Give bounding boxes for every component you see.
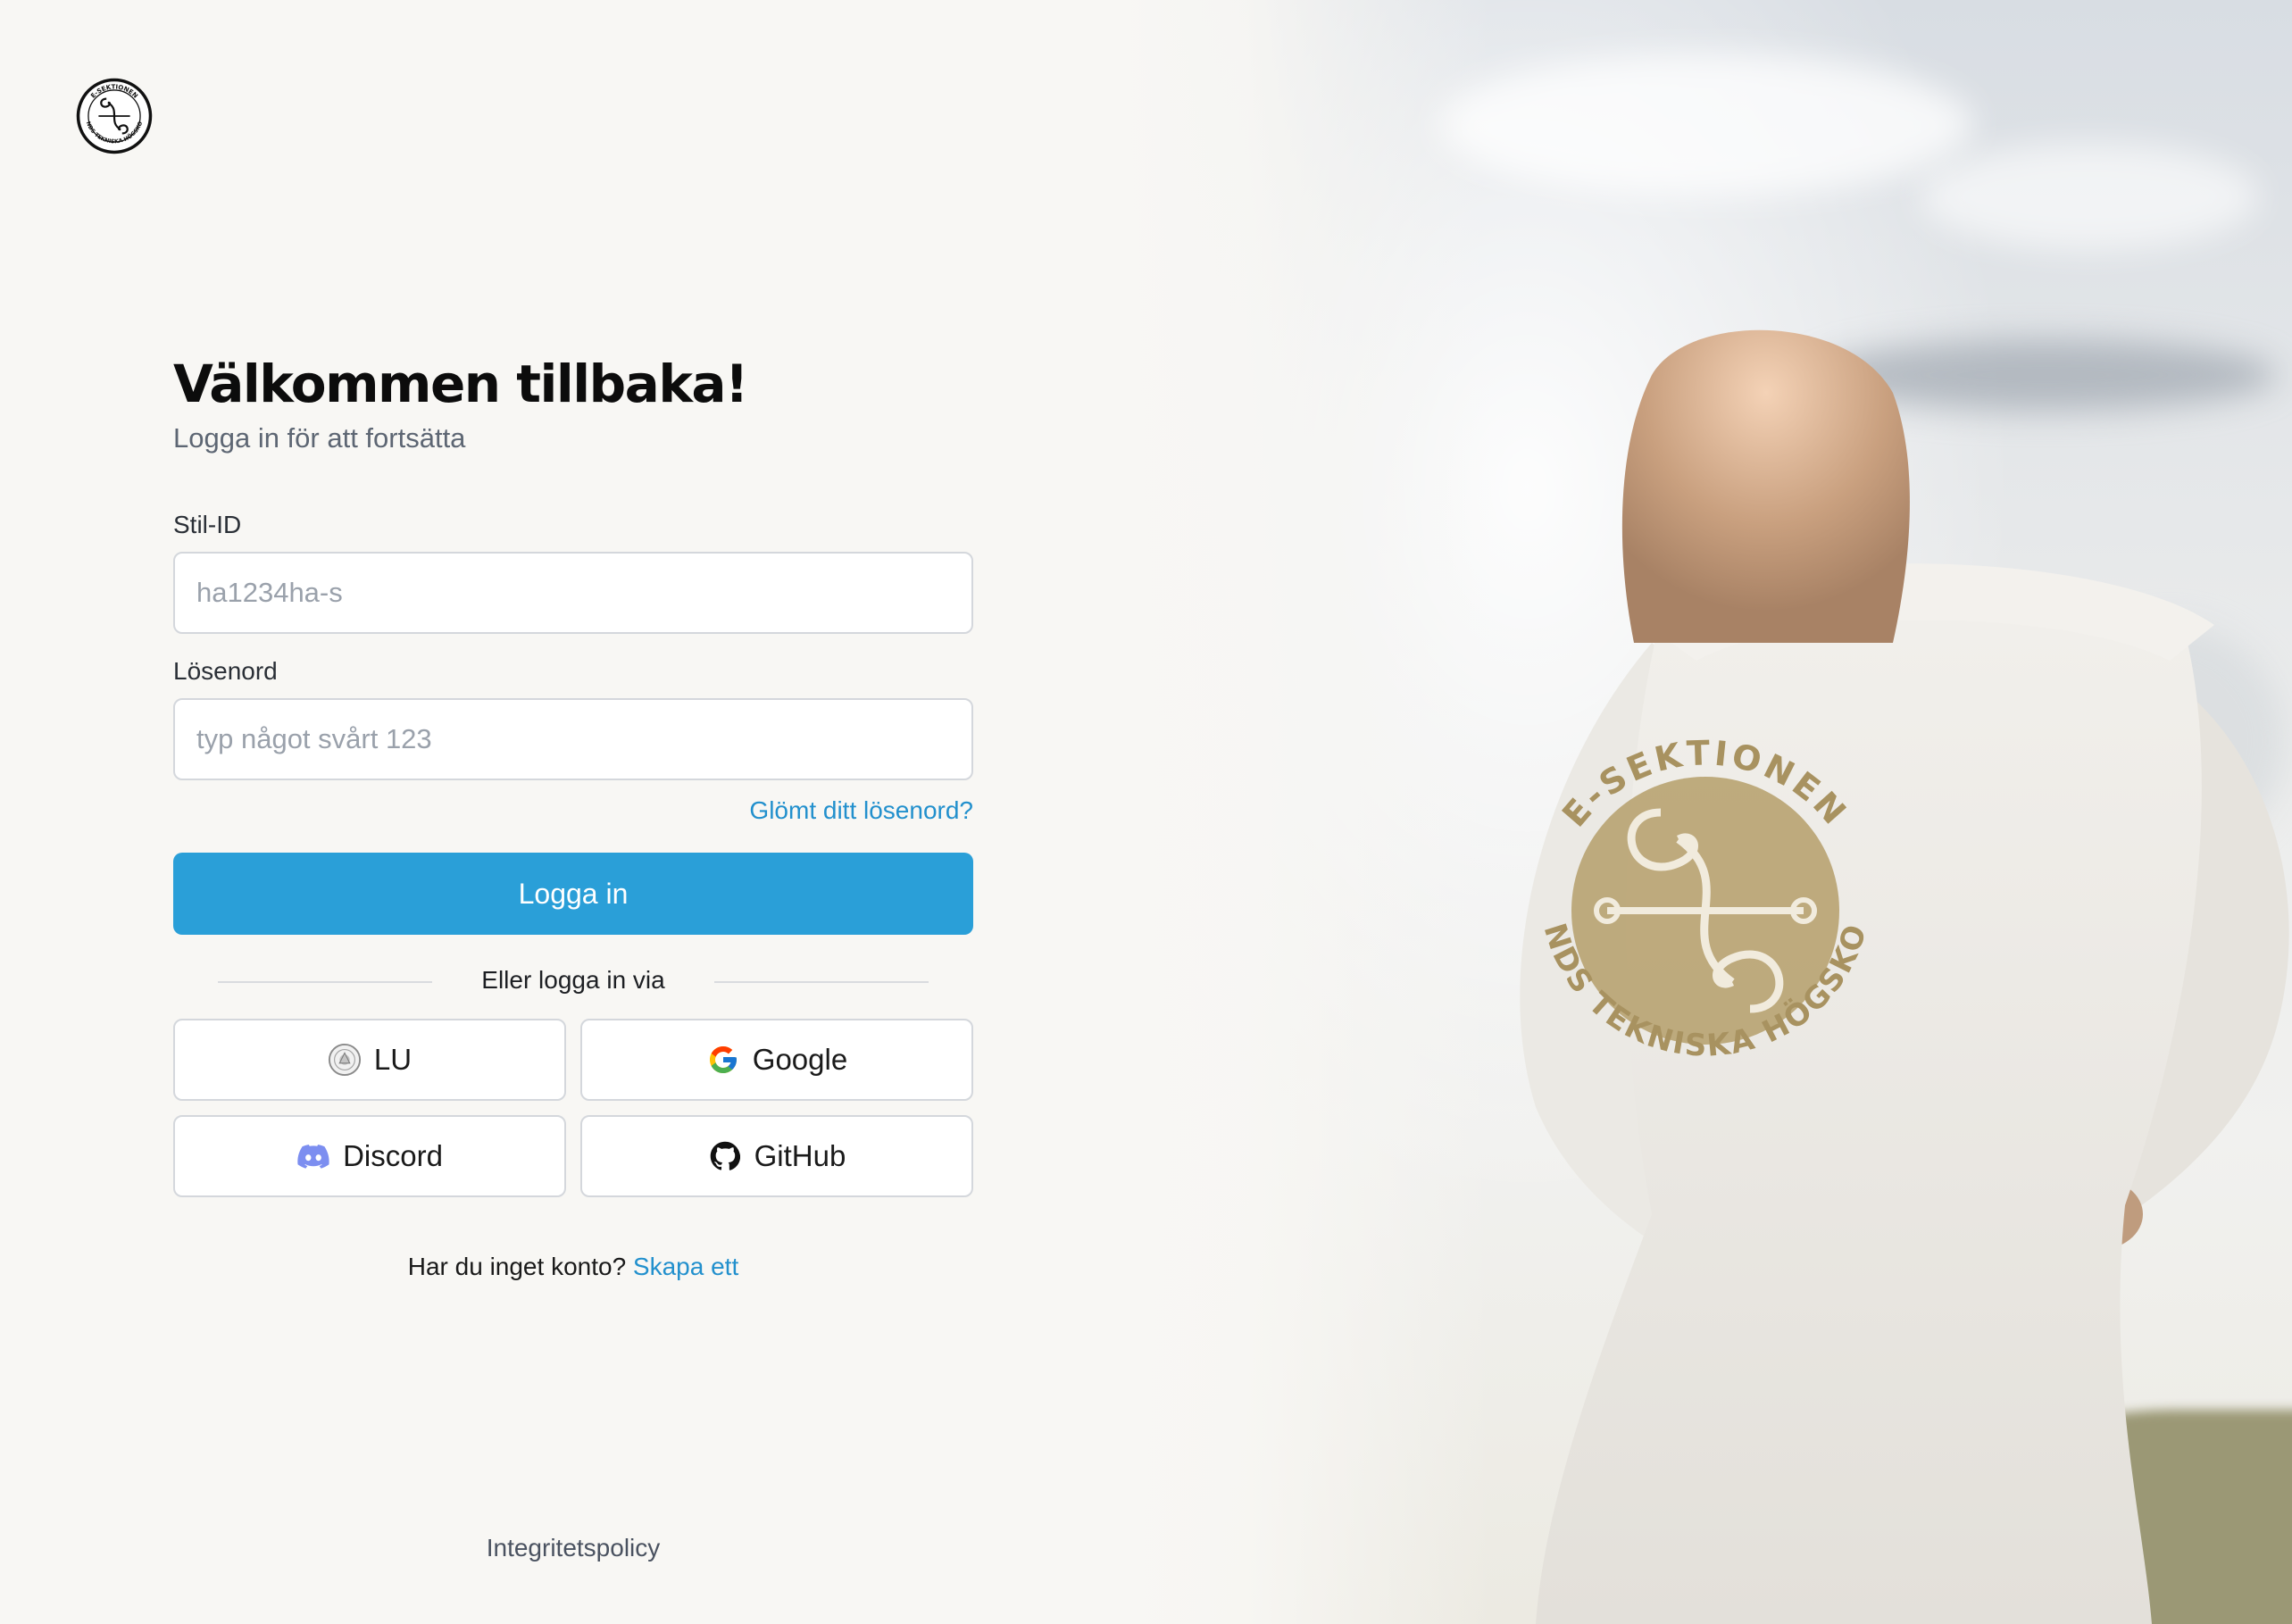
lu-login-button[interactable]: LU [173, 1019, 566, 1101]
google-login-button[interactable]: Google [580, 1019, 973, 1101]
github-login-label: GitHub [754, 1139, 846, 1172]
footer: Integritetspolicy [173, 1530, 973, 1566]
privacy-policy-link[interactable]: Integritetspolicy [487, 1534, 661, 1562]
password-label: Lösenord [173, 657, 278, 685]
forgot-password-row: Glömt ditt lösenord? [173, 793, 973, 833]
github-login-button[interactable]: GitHub [580, 1115, 973, 1197]
background-photo: E-SEKTIONEN LUNDS TEKNISKA HÖGSKOLA [1116, 0, 2292, 1624]
page-subtitle: Logga in för att fortsätta [173, 422, 466, 454]
forgot-password-link[interactable]: Glömt ditt lösenord? [749, 796, 973, 824]
stil-id-label: Stil-ID [173, 511, 242, 538]
lu-seal-icon [328, 1043, 362, 1077]
google-login-label: Google [752, 1043, 848, 1076]
github-icon [708, 1139, 742, 1173]
password-input[interactable] [173, 698, 973, 780]
page-title: Välkommen tillbaka! [173, 354, 748, 414]
divider-line-left [218, 981, 432, 983]
signup-link[interactable]: Skapa ett [633, 1253, 738, 1280]
provider-buttons: LU Google Discord GitHub [173, 1019, 973, 1197]
divider-line-right [714, 981, 929, 983]
login-panel: Välkommen tillbaka! Logga in för att for… [173, 348, 973, 1285]
google-icon [706, 1043, 740, 1077]
e-sektionen-seal-icon[interactable]: E-SEKTIONEN LUNDS TEKNISKA HÖGSKOLA [75, 77, 154, 155]
divider-label: Eller logga in via [481, 966, 665, 994]
divider: Eller logga in via [173, 962, 973, 999]
discord-icon [296, 1139, 330, 1173]
signup-row: Har du inget konto? Skapa ett [173, 1249, 973, 1285]
stil-id-input[interactable] [173, 552, 973, 634]
discord-login-label: Discord [343, 1139, 443, 1172]
signup-prompt: Har du inget konto? [407, 1253, 633, 1280]
login-button[interactable]: Logga in [173, 853, 973, 935]
discord-login-button[interactable]: Discord [173, 1115, 566, 1197]
lu-login-label: LU [373, 1043, 413, 1076]
